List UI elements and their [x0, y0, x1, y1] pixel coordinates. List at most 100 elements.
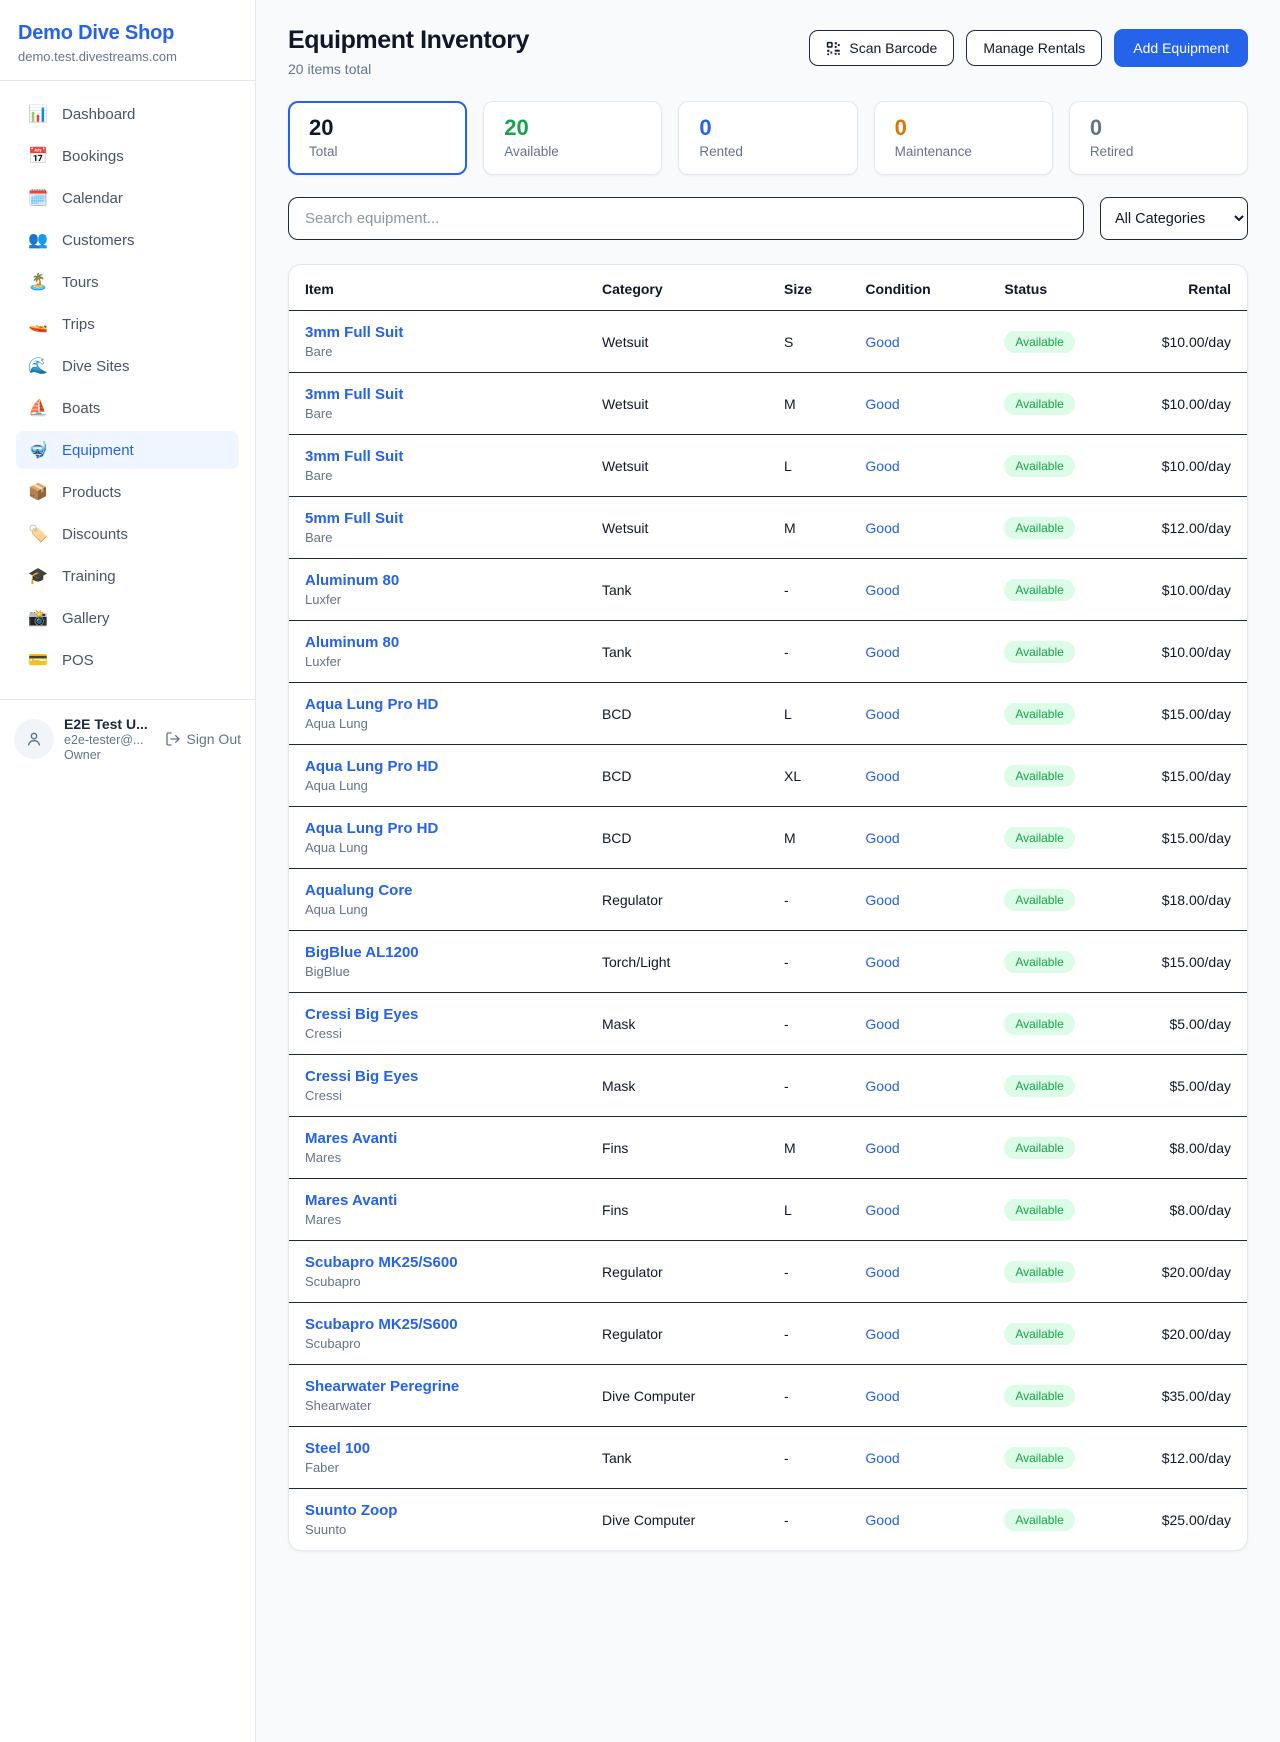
item-condition-link[interactable]: Good: [865, 1016, 899, 1032]
item-name-link[interactable]: Suunto Zoop: [305, 1502, 570, 1519]
item-brand: Luxfer: [305, 592, 570, 607]
category-select[interactable]: All Categories: [1100, 197, 1248, 240]
sidebar-item-tours[interactable]: 🏝️ Tours: [16, 263, 239, 301]
item-name-link[interactable]: 5mm Full Suit: [305, 510, 570, 527]
item-name-link[interactable]: Mares Avanti: [305, 1130, 570, 1147]
stat-card-available[interactable]: 20 Available: [483, 101, 662, 175]
item-condition-link[interactable]: Good: [865, 1078, 899, 1094]
item-name-link[interactable]: Aqualung Core: [305, 882, 570, 899]
user-name: E2E Test U...: [64, 716, 155, 732]
item-brand: Shearwater: [305, 1398, 570, 1413]
item-brand: Luxfer: [305, 654, 570, 669]
stat-card-retired[interactable]: 0 Retired: [1069, 101, 1248, 175]
sidebar-item-label: POS: [62, 652, 94, 669]
item-condition-link[interactable]: Good: [865, 1450, 899, 1466]
item-name-link[interactable]: Mares Avanti: [305, 1192, 570, 1209]
item-rental-rate: $10.00/day: [1137, 311, 1247, 373]
barcode-scan-icon: [826, 41, 841, 56]
manage-rentals-button[interactable]: Manage Rentals: [966, 30, 1102, 66]
item-name-link[interactable]: 3mm Full Suit: [305, 448, 570, 465]
item-name-link[interactable]: Aluminum 80: [305, 634, 570, 651]
item-condition-link[interactable]: Good: [865, 1140, 899, 1156]
sidebar-item-dashboard[interactable]: 📊 Dashboard: [16, 95, 239, 133]
sidebar-item-label: Tours: [62, 274, 99, 291]
item-condition-link[interactable]: Good: [865, 458, 899, 474]
add-equipment-button[interactable]: Add Equipment: [1114, 29, 1248, 67]
sidebar-item-gallery[interactable]: 📸 Gallery: [16, 599, 239, 637]
item-condition-link[interactable]: Good: [865, 1512, 899, 1528]
item-name-link[interactable]: Cressi Big Eyes: [305, 1068, 570, 1085]
item-name-link[interactable]: 3mm Full Suit: [305, 386, 570, 403]
item-condition-link[interactable]: Good: [865, 396, 899, 412]
item-rental-rate: $25.00/day: [1137, 1489, 1247, 1551]
item-condition-link[interactable]: Good: [865, 1388, 899, 1404]
item-name-link[interactable]: Aqua Lung Pro HD: [305, 820, 570, 837]
item-name-link[interactable]: 3mm Full Suit: [305, 324, 570, 341]
item-condition-link[interactable]: Good: [865, 334, 899, 350]
stat-card-total[interactable]: 20 Total: [288, 101, 467, 175]
sidebar-item-bookings[interactable]: 📅 Bookings: [16, 137, 239, 175]
item-name-link[interactable]: Steel 100: [305, 1440, 570, 1457]
status-badge: Available: [1004, 827, 1074, 849]
item-rental-rate: $5.00/day: [1137, 1055, 1247, 1117]
item-condition-link[interactable]: Good: [865, 520, 899, 536]
item-condition-link[interactable]: Good: [865, 954, 899, 970]
item-size: -: [768, 559, 849, 621]
item-brand: Aqua Lung: [305, 778, 570, 793]
sidebar-item-dive-sites[interactable]: 🌊 Dive Sites: [16, 347, 239, 385]
item-rental-rate: $15.00/day: [1137, 807, 1247, 869]
sidebar-item-discounts[interactable]: 🏷️ Discounts: [16, 515, 239, 553]
sidebar-item-training[interactable]: 🎓 Training: [16, 557, 239, 595]
status-badge: Available: [1004, 765, 1074, 787]
sidebar-item-equipment[interactable]: 🤿 Equipment: [16, 431, 239, 469]
item-category: Tank: [586, 559, 768, 621]
item-brand: BigBlue: [305, 964, 570, 979]
item-name-link[interactable]: Aqua Lung Pro HD: [305, 696, 570, 713]
table-row: Aqua Lung Pro HD Aqua Lung BCD XL Good A…: [289, 745, 1247, 807]
item-name-link[interactable]: BigBlue AL1200: [305, 944, 570, 961]
item-name-link[interactable]: Scubapro MK25/S600: [305, 1316, 570, 1333]
stat-label: Available: [504, 144, 641, 159]
item-condition-link[interactable]: Good: [865, 892, 899, 908]
sign-out-button[interactable]: Sign Out: [165, 731, 241, 747]
search-input[interactable]: [288, 197, 1084, 240]
item-rental-rate: $18.00/day: [1137, 869, 1247, 931]
item-condition-link[interactable]: Good: [865, 768, 899, 784]
brand-link[interactable]: Demo Dive Shop: [18, 22, 235, 45]
item-condition-link[interactable]: Good: [865, 830, 899, 846]
status-badge: Available: [1004, 1385, 1074, 1407]
stat-card-rented[interactable]: 0 Rented: [678, 101, 857, 175]
dive-sites-icon: 🌊: [28, 356, 48, 376]
item-size: XL: [768, 745, 849, 807]
item-brand: Bare: [305, 406, 570, 421]
pos-icon: 💳: [28, 650, 48, 670]
item-category: Dive Computer: [586, 1489, 768, 1551]
table-row: Cressi Big Eyes Cressi Mask - Good Avail…: [289, 1055, 1247, 1117]
sidebar-item-label: Discounts: [62, 526, 128, 543]
scan-barcode-button[interactable]: Scan Barcode: [809, 30, 954, 66]
sidebar-item-boats[interactable]: ⛵ Boats: [16, 389, 239, 427]
item-condition-link[interactable]: Good: [865, 1264, 899, 1280]
stat-card-maintenance[interactable]: 0 Maintenance: [874, 101, 1053, 175]
sidebar-item-products[interactable]: 📦 Products: [16, 473, 239, 511]
item-name-link[interactable]: Shearwater Peregrine: [305, 1378, 570, 1395]
item-condition-link[interactable]: Good: [865, 582, 899, 598]
add-equipment-label: Add Equipment: [1133, 40, 1229, 56]
item-condition-link[interactable]: Good: [865, 644, 899, 660]
table-row: Aqua Lung Pro HD Aqua Lung BCD M Good Av…: [289, 807, 1247, 869]
sidebar-item-calendar[interactable]: 🗓️ Calendar: [16, 179, 239, 217]
item-rental-rate: $12.00/day: [1137, 1427, 1247, 1489]
item-name-link[interactable]: Scubapro MK25/S600: [305, 1254, 570, 1271]
item-rental-rate: $10.00/day: [1137, 373, 1247, 435]
item-name-link[interactable]: Aluminum 80: [305, 572, 570, 589]
sidebar-item-customers[interactable]: 👥 Customers: [16, 221, 239, 259]
sidebar-item-pos[interactable]: 💳 POS: [16, 641, 239, 679]
item-condition-link[interactable]: Good: [865, 1202, 899, 1218]
item-name-link[interactable]: Aqua Lung Pro HD: [305, 758, 570, 775]
sidebar-item-trips[interactable]: 🚤 Trips: [16, 305, 239, 343]
item-name-link[interactable]: Cressi Big Eyes: [305, 1006, 570, 1023]
item-condition-link[interactable]: Good: [865, 1326, 899, 1342]
item-condition-link[interactable]: Good: [865, 706, 899, 722]
page-title: Equipment Inventory: [288, 26, 529, 55]
status-badge: Available: [1004, 1075, 1074, 1097]
